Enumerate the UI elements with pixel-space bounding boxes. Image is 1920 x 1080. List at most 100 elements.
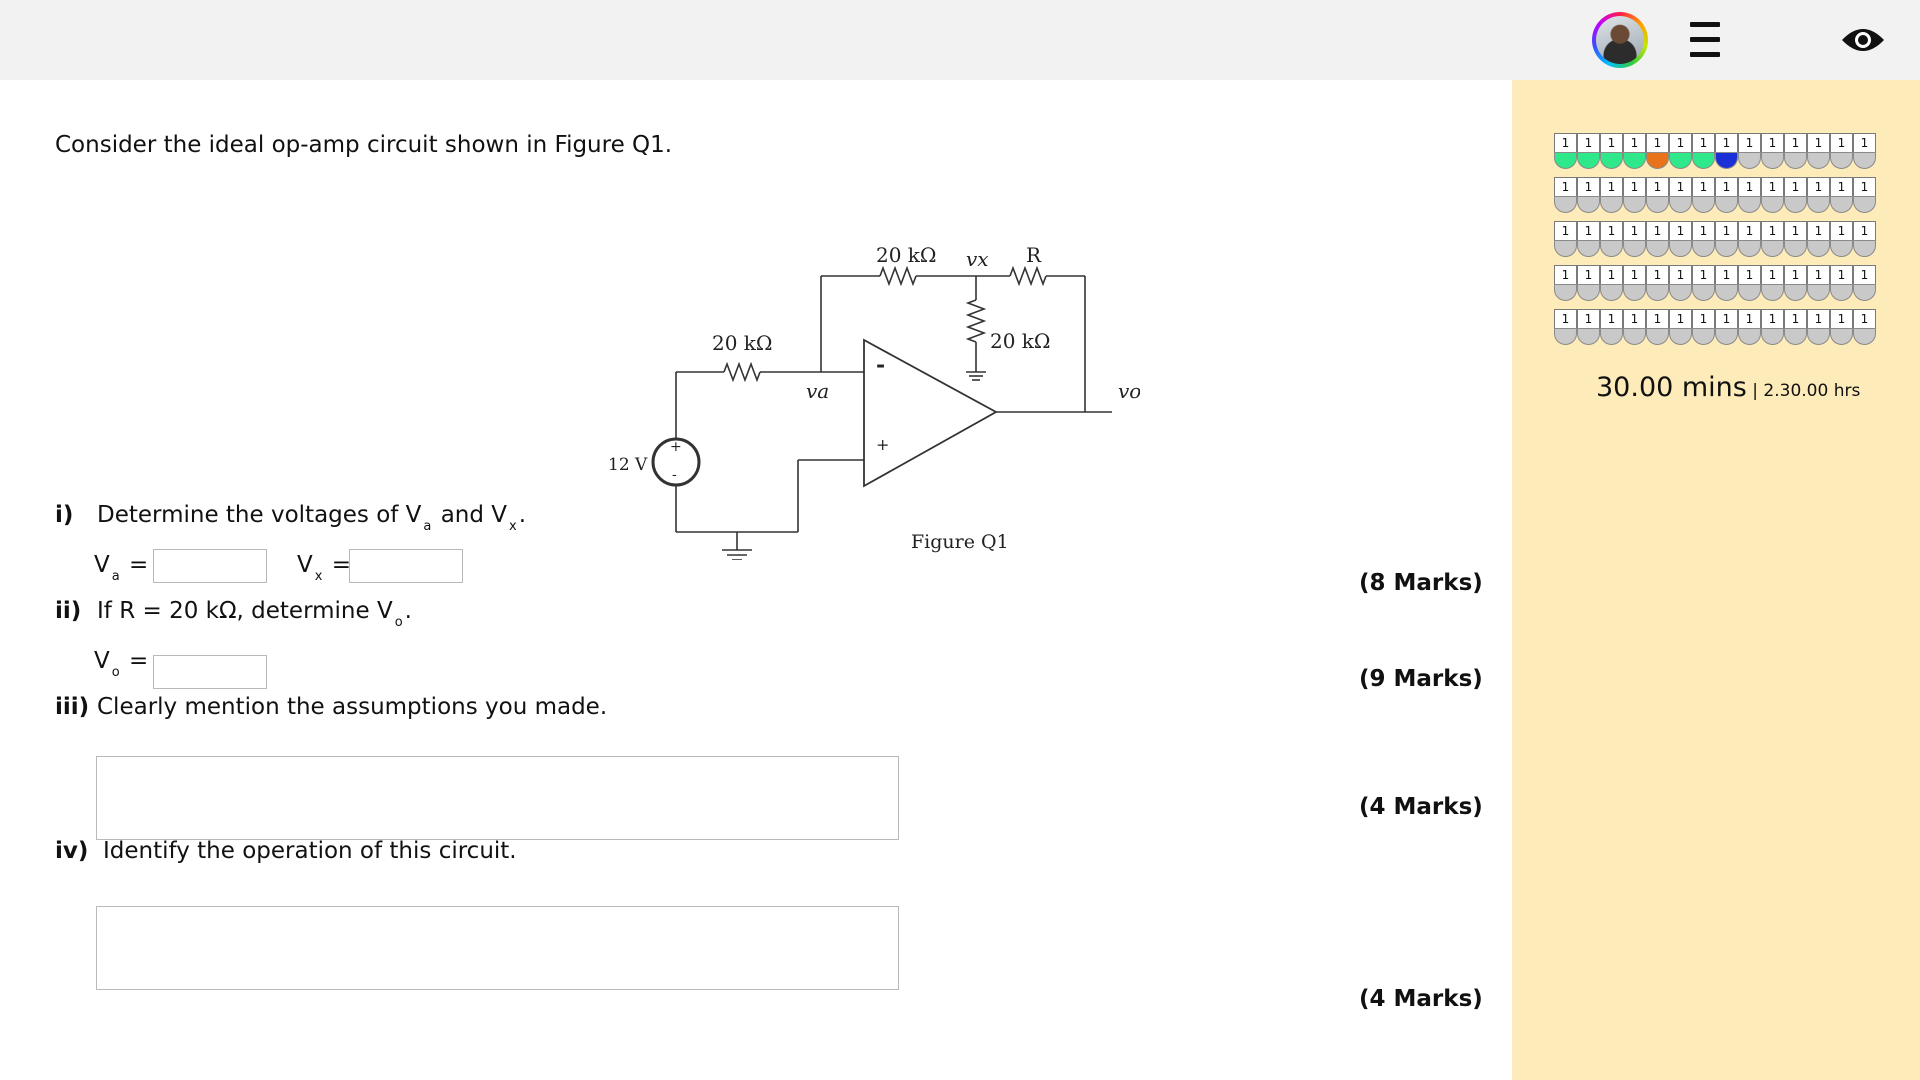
question-nav-cell[interactable]: 1 xyxy=(1692,265,1715,301)
user-avatar[interactable] xyxy=(1592,12,1648,68)
part-ii-marks: (9 Marks) xyxy=(1359,666,1483,692)
question-nav-cell[interactable]: 1 xyxy=(1715,133,1738,169)
question-nav-number: 1 xyxy=(1853,221,1876,241)
vo-answer-input[interactable] xyxy=(153,655,267,689)
question-nav-cell[interactable]: 1 xyxy=(1623,133,1646,169)
question-nav-cell[interactable]: 1 xyxy=(1646,265,1669,301)
question-nav-cell[interactable]: 1 xyxy=(1784,177,1807,213)
question-nav-cell[interactable]: 1 xyxy=(1853,265,1876,301)
question-nav-cell[interactable]: 1 xyxy=(1600,309,1623,345)
question-status-indicator xyxy=(1646,196,1669,213)
question-nav-cell[interactable]: 1 xyxy=(1669,177,1692,213)
question-nav-cell[interactable]: 1 xyxy=(1577,177,1600,213)
question-status-indicator xyxy=(1623,284,1646,301)
va-answer-input[interactable] xyxy=(153,549,267,583)
question-nav-cell[interactable]: 1 xyxy=(1761,133,1784,169)
question-nav-cell[interactable]: 1 xyxy=(1577,221,1600,257)
question-nav-cell[interactable]: 1 xyxy=(1554,221,1577,257)
question-nav-cell[interactable]: 1 xyxy=(1646,221,1669,257)
question-status-indicator xyxy=(1600,240,1623,257)
question-nav-cell[interactable]: 1 xyxy=(1738,309,1761,345)
question-nav-cell[interactable]: 1 xyxy=(1715,265,1738,301)
question-nav-cell[interactable]: 1 xyxy=(1623,309,1646,345)
question-nav-cell[interactable]: 1 xyxy=(1600,177,1623,213)
question-nav-cell[interactable]: 1 xyxy=(1807,221,1830,257)
question-nav-cell[interactable]: 1 xyxy=(1692,309,1715,345)
question-nav-cell[interactable]: 1 xyxy=(1784,221,1807,257)
question-intro: Consider the ideal op-amp circuit shown … xyxy=(55,132,673,158)
question-nav-cell[interactable]: 1 xyxy=(1715,221,1738,257)
question-nav-cell[interactable]: 1 xyxy=(1830,265,1853,301)
question-nav-cell[interactable]: 1 xyxy=(1577,265,1600,301)
question-status-indicator xyxy=(1715,196,1738,213)
question-nav-cell[interactable]: 1 xyxy=(1669,265,1692,301)
question-nav-cell[interactable]: 1 xyxy=(1600,221,1623,257)
question-nav-number: 1 xyxy=(1761,177,1784,197)
operation-answer-textarea[interactable] xyxy=(96,906,899,990)
question-nav-number: 1 xyxy=(1646,133,1669,153)
question-status-indicator xyxy=(1669,284,1692,301)
question-nav-cell[interactable]: 1 xyxy=(1738,177,1761,213)
question-nav-cell[interactable]: 1 xyxy=(1554,133,1577,169)
question-nav-cell[interactable]: 1 xyxy=(1600,133,1623,169)
question-nav-cell[interactable]: 1 xyxy=(1715,309,1738,345)
question-nav-cell[interactable]: 1 xyxy=(1577,309,1600,345)
question-nav-cell[interactable]: 1 xyxy=(1853,309,1876,345)
question-nav-number: 1 xyxy=(1830,177,1853,197)
question-nav-cell[interactable]: 1 xyxy=(1623,177,1646,213)
question-nav-cell[interactable]: 1 xyxy=(1554,265,1577,301)
question-nav-cell[interactable]: 1 xyxy=(1715,177,1738,213)
question-nav-number: 1 xyxy=(1715,221,1738,241)
question-nav-cell[interactable]: 1 xyxy=(1577,133,1600,169)
question-nav-cell[interactable]: 1 xyxy=(1669,309,1692,345)
question-nav-cell[interactable]: 1 xyxy=(1600,265,1623,301)
question-nav-cell[interactable]: 1 xyxy=(1623,221,1646,257)
question-nav-cell[interactable]: 1 xyxy=(1830,309,1853,345)
question-nav-cell[interactable]: 1 xyxy=(1830,221,1853,257)
question-nav-number: 1 xyxy=(1577,133,1600,153)
question-nav-number: 1 xyxy=(1646,265,1669,285)
question-nav-cell[interactable]: 1 xyxy=(1784,309,1807,345)
question-nav-cell[interactable]: 1 xyxy=(1807,265,1830,301)
question-nav-cell[interactable]: 1 xyxy=(1784,133,1807,169)
question-nav-cell[interactable]: 1 xyxy=(1784,265,1807,301)
question-nav-cell[interactable]: 1 xyxy=(1738,221,1761,257)
question-nav-cell[interactable]: 1 xyxy=(1853,133,1876,169)
question-nav-cell[interactable]: 1 xyxy=(1830,177,1853,213)
question-nav-cell[interactable]: 1 xyxy=(1646,177,1669,213)
question-nav-number: 1 xyxy=(1600,221,1623,241)
vx-answer-input[interactable] xyxy=(349,549,463,583)
question-nav-number: 1 xyxy=(1692,309,1715,329)
hamburger-menu-icon[interactable] xyxy=(1688,20,1724,60)
eye-icon[interactable] xyxy=(1840,22,1886,58)
question-nav-number: 1 xyxy=(1738,133,1761,153)
question-nav-cell[interactable]: 1 xyxy=(1807,309,1830,345)
question-nav-cell[interactable]: 1 xyxy=(1830,133,1853,169)
question-status-indicator xyxy=(1623,196,1646,213)
question-nav-cell[interactable]: 1 xyxy=(1692,177,1715,213)
question-nav-cell[interactable]: 1 xyxy=(1761,177,1784,213)
question-nav-cell[interactable]: 1 xyxy=(1761,265,1784,301)
question-nav-cell[interactable]: 1 xyxy=(1646,309,1669,345)
question-status-indicator xyxy=(1646,152,1669,169)
question-nav-cell[interactable]: 1 xyxy=(1692,221,1715,257)
question-nav-cell[interactable]: 1 xyxy=(1669,221,1692,257)
question-nav-cell[interactable]: 1 xyxy=(1738,133,1761,169)
question-nav-cell[interactable]: 1 xyxy=(1807,177,1830,213)
assumptions-answer-textarea[interactable] xyxy=(96,756,899,840)
question-nav-number: 1 xyxy=(1554,221,1577,241)
question-nav-cell[interactable]: 1 xyxy=(1646,133,1669,169)
question-nav-cell[interactable]: 1 xyxy=(1761,221,1784,257)
question-nav-cell[interactable]: 1 xyxy=(1554,177,1577,213)
question-nav-cell[interactable]: 1 xyxy=(1761,309,1784,345)
question-nav-cell[interactable]: 1 xyxy=(1669,133,1692,169)
question-nav-cell[interactable]: 1 xyxy=(1807,133,1830,169)
question-nav-cell[interactable]: 1 xyxy=(1853,221,1876,257)
question-status-indicator xyxy=(1692,152,1715,169)
question-nav-cell[interactable]: 1 xyxy=(1554,309,1577,345)
question-nav-cell[interactable]: 1 xyxy=(1738,265,1761,301)
question-nav-cell[interactable]: 1 xyxy=(1692,133,1715,169)
question-nav-cell[interactable]: 1 xyxy=(1623,265,1646,301)
question-nav-cell[interactable]: 1 xyxy=(1853,177,1876,213)
question-status-indicator xyxy=(1554,284,1577,301)
